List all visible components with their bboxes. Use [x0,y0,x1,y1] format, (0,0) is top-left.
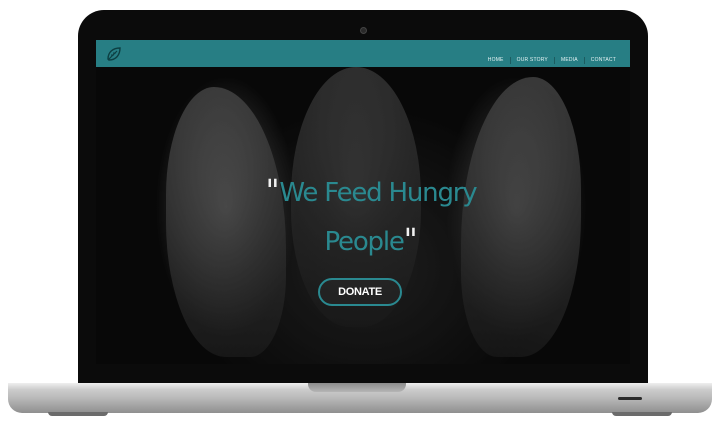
nav-media[interactable]: MEDIA [553,57,584,64]
open-quote: " [265,174,280,209]
hero-headline: "We Feed Hungry People" [246,168,496,266]
opening-notch [308,383,406,392]
top-navbar: HOME OUR STORY MEDIA CONTACT [96,40,630,67]
nav-home[interactable]: HOME [482,57,510,64]
laptop-base [8,383,712,416]
nav-contact[interactable]: CONTACT [583,57,622,64]
website-screen: HOME OUR STORY MEDIA CONTACT "We Feed Hu… [96,40,630,364]
close-quote: " [403,223,418,258]
right-foot [612,412,672,416]
laptop-lid: HOME OUR STORY MEDIA CONTACT "We Feed Hu… [78,10,648,388]
leaf-logo-icon[interactable] [105,45,123,63]
left-foot [48,412,108,416]
main-nav: HOME OUR STORY MEDIA CONTACT [482,57,622,64]
status-led [618,397,642,400]
donate-button[interactable]: DONATE [318,278,402,306]
webcam [360,27,367,34]
headline-text: We Feed Hungry People [279,178,477,257]
nav-our-story[interactable]: OUR STORY [509,57,554,64]
